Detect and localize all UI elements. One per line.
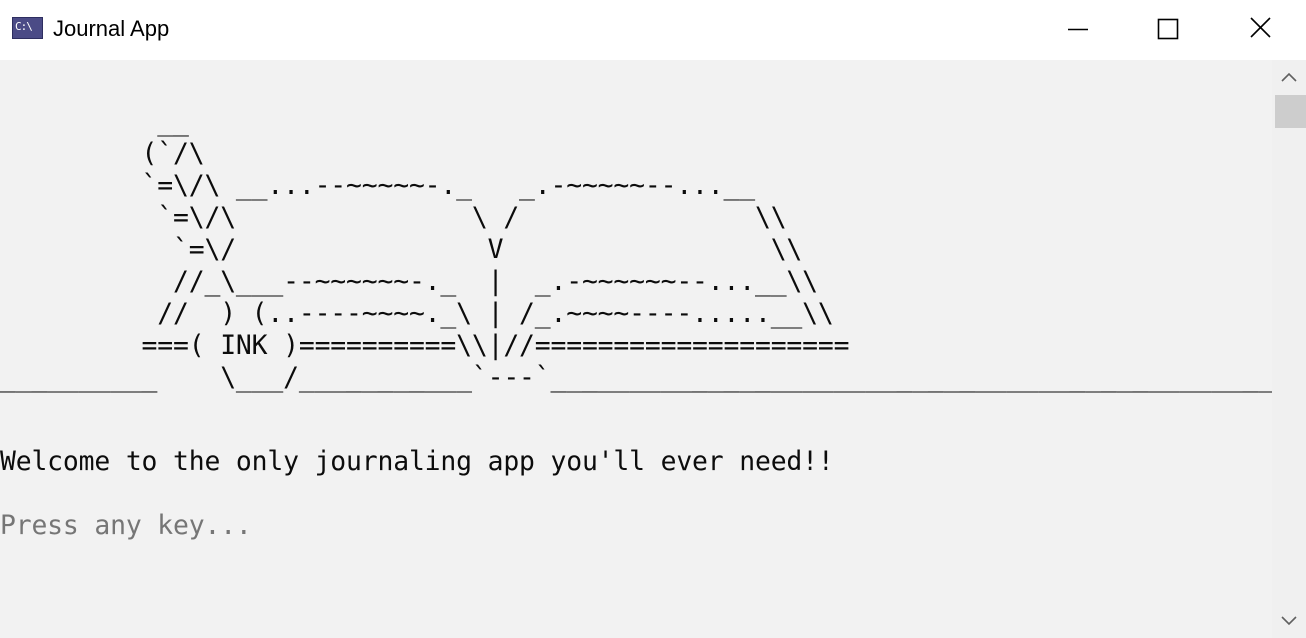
title-bar[interactable]: C:\ Journal App <box>0 0 1306 60</box>
banner-line: __ <box>0 106 189 137</box>
banner-line: //_\___--~~~~~~-._ | _.-~~~~~~--...__\\ <box>0 266 818 297</box>
ascii-art-banner: __ (`/\ `=\/\ __...--~~~~~-._ _.-~~~~~--… <box>0 106 1272 394</box>
vertical-scrollbar[interactable] <box>1272 60 1306 638</box>
console-app-icon-glyph: C:\ <box>15 20 33 33</box>
banner-line: `=\/\ \ / \\ <box>0 202 787 233</box>
minimize-icon <box>1068 28 1088 31</box>
scroll-down-button[interactable] <box>1272 604 1306 638</box>
banner-line: `=\/\ __...--~~~~~-._ _.-~~~~~--...__ <box>0 170 756 201</box>
scroll-down-arrow-icon <box>1281 616 1297 626</box>
banner-line: __________ \___/___________`---`________… <box>0 362 1272 393</box>
close-button[interactable] <box>1214 0 1306 60</box>
console-output-area[interactable]: __ (`/\ `=\/\ __...--~~~~~-._ _.-~~~~~--… <box>0 60 1272 638</box>
banner-line: ===( INK )==========\\|//===============… <box>0 330 850 361</box>
press-any-key-prompt: Press any key... <box>0 510 252 541</box>
window-title: Journal App <box>53 16 170 41</box>
scroll-up-arrow-icon <box>1281 72 1297 82</box>
console-window: C:\ Journal App __ (`/\ `=\/\ __...--~~~… <box>0 0 1306 638</box>
maximize-button[interactable] <box>1122 0 1214 60</box>
scroll-thumb[interactable] <box>1275 95 1306 128</box>
banner-line: (`/\ <box>0 138 205 169</box>
close-icon <box>1250 17 1271 38</box>
console-app-icon[interactable]: C:\ <box>12 17 43 39</box>
banner-line: `=\/ V \\ <box>0 234 803 265</box>
welcome-message: Welcome to the only journaling app you'l… <box>0 446 834 477</box>
banner-line: // ) (..----~~~~._\ | /_.~~~~----.....__… <box>0 298 834 329</box>
minimize-button[interactable] <box>1031 0 1123 60</box>
maximize-icon <box>1157 18 1179 40</box>
scroll-up-button[interactable] <box>1272 60 1306 94</box>
